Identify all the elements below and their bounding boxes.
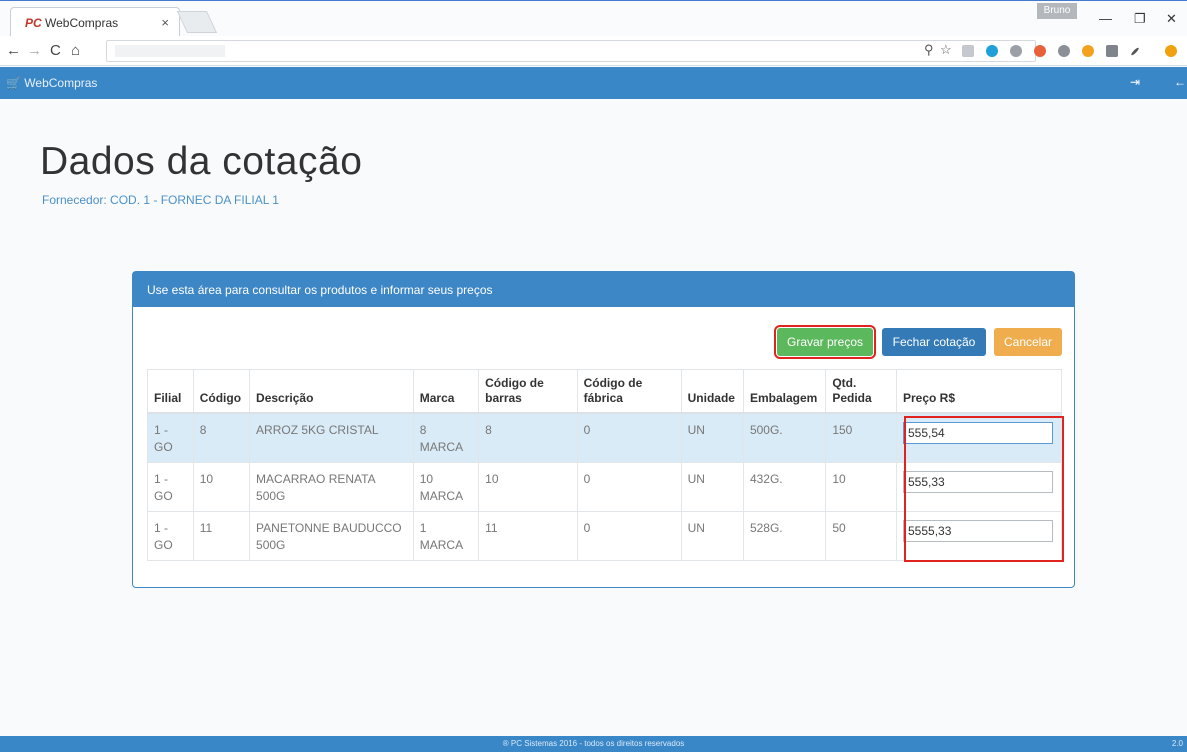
cell-codigo: 8 — [193, 413, 251, 463]
brand-link[interactable]: 🛒 WebCompras — [6, 76, 97, 90]
forward-icon[interactable]: → — [27, 42, 42, 59]
cell-descricao: MACARRAO RENATA 500G — [249, 462, 414, 512]
reload-icon[interactable]: C — [50, 42, 61, 59]
col-embalagem: Embalagem — [743, 369, 827, 414]
cell-barras: 10 — [478, 462, 578, 512]
cell-descricao: PANETONNE BAUDUCCO 500G — [249, 511, 414, 561]
cell-preco — [896, 511, 1062, 561]
price-input[interactable] — [903, 471, 1053, 493]
app-navbar: 🛒 WebCompras ⇥ ← — [0, 67, 1187, 99]
back-arrow-icon[interactable]: ← — [1174, 75, 1186, 89]
cell-embalagem: 500G. — [743, 413, 827, 463]
save-prices-button[interactable]: Gravar preços — [774, 325, 876, 359]
cell-barras: 11 — [478, 511, 578, 561]
supplier-label: Fornecedor: COD. 1 - FORNEC DA FILIAL 1 — [42, 193, 279, 207]
back-icon[interactable]: ← — [6, 42, 21, 59]
table-header-row: Filial Código Descrição Marca Código de … — [147, 369, 1062, 414]
products-table: Filial Código Descrição Marca Código de … — [147, 369, 1062, 561]
col-codigo-barras: Código de barras — [478, 369, 578, 414]
cell-qtd: 150 — [825, 413, 897, 463]
profile-badge[interactable]: Bruno — [1037, 3, 1077, 19]
col-preco: Preço R$ — [896, 369, 1062, 414]
brand-label: WebCompras — [24, 76, 98, 90]
panel-heading: Use esta área para consultar os produtos… — [133, 272, 1074, 307]
cart-icon: 🛒 — [6, 76, 21, 90]
cell-descricao: ARROZ 5KG CRISTAL — [249, 413, 414, 463]
restore-icon[interactable]: ❐ — [1134, 11, 1146, 27]
address-input[interactable] — [106, 40, 1036, 62]
col-filial: Filial — [147, 369, 194, 414]
cell-fabrica: 0 — [577, 511, 682, 561]
logout-icon[interactable]: ⇥ — [1130, 75, 1140, 89]
cell-qtd: 10 — [825, 462, 897, 512]
table-row[interactable]: 1 - GO 8 ARROZ 5KG CRISTAL 8 MARCA 8 0 U… — [147, 413, 1062, 463]
cell-fabrica: 0 — [577, 462, 682, 512]
browser-tab-bar: PC WebCompras × Bruno — ❐ ✕ — [0, 0, 1187, 37]
cancel-button[interactable]: Cancelar — [994, 328, 1062, 356]
col-codigo-fabrica: Código de fábrica — [577, 369, 682, 414]
price-input[interactable] — [903, 422, 1053, 444]
cell-preco — [896, 413, 1062, 463]
cell-codigo: 10 — [193, 462, 251, 512]
price-input[interactable] — [903, 520, 1053, 542]
col-marca: Marca — [413, 369, 480, 414]
cell-unidade: UN — [681, 511, 744, 561]
cell-marca: 10 MARCA — [413, 462, 480, 512]
address-url — [115, 45, 225, 57]
cell-qtd: 50 — [825, 511, 897, 561]
extension-icon[interactable] — [1106, 45, 1118, 57]
cell-embalagem: 432G. — [743, 462, 827, 512]
bookmark-icon[interactable]: ☆ — [940, 42, 952, 58]
pen-icon[interactable] — [1130, 46, 1140, 57]
cell-marca: 1 MARCA — [413, 511, 480, 561]
tab-close-icon[interactable]: × — [161, 15, 169, 30]
home-icon[interactable]: ⌂ — [71, 42, 80, 59]
drop-icon[interactable] — [986, 45, 998, 57]
close-quote-button[interactable]: Fechar cotação — [882, 328, 986, 356]
tab-title: WebCompras — [45, 16, 119, 30]
cell-codigo: 11 — [193, 511, 251, 561]
app-favicon-icon: PC — [25, 16, 42, 30]
col-codigo: Código — [193, 369, 251, 414]
window-close-icon[interactable]: ✕ — [1166, 11, 1177, 27]
extension-icon[interactable] — [1010, 45, 1022, 57]
cell-filial: 1 - GO — [147, 511, 194, 561]
table-row[interactable]: 1 - GO 10 MACARRAO RENATA 500G 10 MARCA … — [147, 462, 1062, 512]
browser-toolbar: ← → C ⌂ ⚲ ☆ — [0, 36, 1187, 66]
browser-tab[interactable]: PC WebCompras × — [10, 7, 180, 37]
col-unidade: Unidade — [681, 369, 744, 414]
cell-filial: 1 - GO — [147, 413, 194, 463]
extension-icon[interactable] — [962, 45, 974, 57]
cell-embalagem: 528G. — [743, 511, 827, 561]
products-panel: Use esta área para consultar os produtos… — [132, 271, 1075, 588]
table-row[interactable]: 1 - GO 11 PANETONNE BAUDUCCO 500G 1 MARC… — [147, 511, 1062, 561]
cell-fabrica: 0 — [577, 413, 682, 463]
col-qtd-pedida: Qtd. Pedida — [825, 369, 897, 414]
footer-copyright: ® PC Sistemas 2016 - todos os direitos r… — [502, 739, 685, 748]
alert-icon[interactable] — [1165, 45, 1177, 57]
extension-icon[interactable] — [1082, 45, 1094, 57]
cell-marca: 8 MARCA — [413, 413, 480, 463]
cell-unidade: UN — [681, 462, 744, 512]
cell-unidade: UN — [681, 413, 744, 463]
page-title: Dados da cotação — [40, 140, 363, 183]
minimize-icon[interactable]: — — [1099, 11, 1112, 26]
extension-icon[interactable] — [1058, 45, 1070, 57]
cell-filial: 1 - GO — [147, 462, 194, 512]
cell-barras: 8 — [478, 413, 578, 463]
footer: ® PC Sistemas 2016 - todos os direitos r… — [0, 736, 1187, 752]
version-label: 2.0 — [1171, 739, 1183, 748]
key-icon[interactable]: ⚲ — [924, 42, 934, 58]
col-descricao: Descrição — [249, 369, 414, 414]
cell-preco — [896, 462, 1062, 512]
extension-icon[interactable] — [1034, 45, 1046, 57]
new-tab-button[interactable] — [176, 11, 218, 33]
